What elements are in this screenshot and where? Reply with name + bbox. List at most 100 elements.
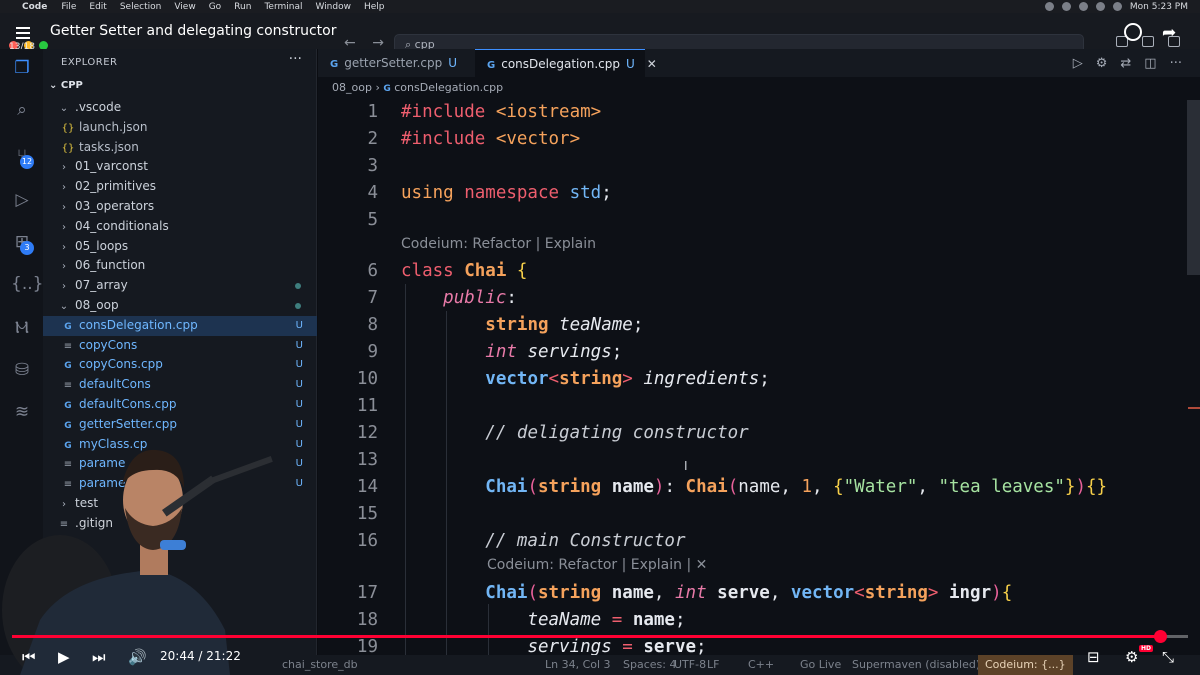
database-icon[interactable]: ⛁ bbox=[11, 359, 33, 381]
tab-consdelegation[interactable]: GconsDelegation.cpp U ✕ bbox=[475, 49, 657, 77]
tab-gettersetter[interactable]: GgetterSetter.cpp U bbox=[318, 49, 470, 77]
compare-icon[interactable]: ⇄ bbox=[1120, 56, 1131, 71]
menu-selection[interactable]: Selection bbox=[120, 2, 161, 12]
code-token: ; bbox=[611, 342, 623, 362]
volume-icon[interactable]: 🔊 bbox=[128, 648, 147, 666]
explorer-icon[interactable]: ❐ bbox=[11, 57, 33, 79]
menubar-clock[interactable]: Mon 5:23 PM bbox=[1130, 2, 1188, 12]
code-line[interactable]: 8 string teaName; bbox=[318, 312, 1188, 339]
more-actions-icon[interactable]: ··· bbox=[289, 51, 302, 67]
previous-video-icon[interactable]: ⏮ bbox=[22, 648, 36, 666]
code-token: Chai bbox=[464, 261, 517, 281]
menu-go[interactable]: Go bbox=[209, 2, 221, 12]
menubar-app-name[interactable]: Code bbox=[22, 2, 47, 12]
settings-gear-icon[interactable]: ⚙ bbox=[1125, 648, 1138, 666]
more-actions-icon[interactable]: ··· bbox=[1170, 56, 1182, 71]
code-line[interactable]: 17 Chai(string name, int serve, vector<s… bbox=[318, 580, 1188, 607]
wifi-icon[interactable] bbox=[1095, 2, 1105, 11]
tree-file[interactable]: {} tasks.json bbox=[43, 138, 317, 158]
run-debug-icon[interactable]: ▷ bbox=[11, 189, 33, 211]
play-icon[interactable]: ▶ bbox=[58, 648, 70, 666]
watch-later-icon[interactable] bbox=[1124, 23, 1142, 41]
code-editor[interactable]: Codeium: Refactor | Explain Codeium: Ref… bbox=[318, 99, 1200, 655]
menu-run[interactable]: Run bbox=[234, 2, 251, 12]
tree-file[interactable]: ≡ defaultCons U bbox=[43, 375, 317, 395]
code-text: public: bbox=[401, 285, 517, 312]
tree-folder[interactable]: › 06_function bbox=[43, 256, 317, 276]
menu-terminal[interactable]: Terminal bbox=[264, 2, 302, 12]
code-line[interactable]: 11 bbox=[318, 393, 1188, 420]
menu-edit[interactable]: Edit bbox=[89, 2, 106, 12]
menu-view[interactable]: View bbox=[174, 2, 195, 12]
menu-help[interactable]: Help bbox=[364, 2, 385, 12]
tree-file[interactable]: ≡ copyCons U bbox=[43, 336, 317, 356]
video-progress-bar[interactable] bbox=[12, 630, 1188, 643]
code-line[interactable]: 12 // deligating constructor bbox=[318, 420, 1188, 447]
code-line[interactable]: 10 vector<string> ingredients; bbox=[318, 366, 1188, 393]
tree-file[interactable]: {} launch.json bbox=[43, 118, 317, 138]
code-line[interactable]: 13 bbox=[318, 447, 1188, 474]
exit-fullscreen-icon[interactable]: ⤡ bbox=[1162, 648, 1174, 666]
code-line[interactable]: 1 #include <iostream> bbox=[318, 99, 1188, 126]
menu-window[interactable]: Window bbox=[315, 2, 351, 12]
code-token: name, bbox=[738, 477, 802, 497]
tree-file[interactable]: GconsDelegation.cpp U bbox=[43, 315, 317, 336]
split-editor-icon[interactable]: ◫ bbox=[1144, 56, 1156, 71]
code-line[interactable]: 16 // main Constructor bbox=[318, 528, 1188, 555]
menu-file[interactable]: File bbox=[61, 2, 76, 12]
run-icon[interactable]: ▷ bbox=[1073, 56, 1083, 71]
tree-folder[interactable]: › 04_conditionals bbox=[43, 217, 317, 237]
status-icon[interactable] bbox=[1061, 2, 1071, 11]
tree-file[interactable]: GcopyCons.cpp U bbox=[43, 355, 317, 375]
tree-folder[interactable]: › 02_primitives bbox=[43, 177, 317, 197]
tree-item-label: launch.json bbox=[79, 119, 148, 134]
code-line[interactable]: 7 public: bbox=[318, 285, 1188, 312]
close-tab-icon[interactable]: ✕ bbox=[647, 57, 657, 71]
subtitles-icon[interactable]: ⊟ bbox=[1087, 648, 1100, 666]
gear-icon[interactable]: ⚙ bbox=[1096, 56, 1108, 71]
code-token: "tea leaves" bbox=[938, 477, 1065, 497]
codeium-chat-icon[interactable]: {..} bbox=[11, 273, 43, 295]
search-icon[interactable]: ⌕ bbox=[11, 99, 33, 121]
toggle-panel-icon[interactable] bbox=[1142, 36, 1154, 47]
code-line[interactable]: 9 int servings; bbox=[318, 339, 1188, 366]
tree-folder[interactable]: ⌄ .vscode bbox=[43, 98, 317, 118]
search-icon[interactable] bbox=[1112, 2, 1122, 11]
line-number: 13 bbox=[356, 450, 378, 470]
code-token: servings bbox=[527, 342, 612, 362]
tree-folder[interactable]: › 01_varconst bbox=[43, 157, 317, 177]
next-video-icon[interactable]: ⏭ bbox=[92, 648, 106, 666]
code-token: int bbox=[485, 342, 528, 362]
tree-folder[interactable]: ⌄ 08_oop bbox=[43, 296, 317, 316]
hamburger-menu-icon[interactable] bbox=[16, 27, 30, 39]
editor-scrollbar-thumb[interactable] bbox=[1187, 100, 1200, 275]
video-title[interactable]: Getter Setter and delegating constructor bbox=[50, 23, 336, 39]
tree-file[interactable]: GdefaultCons.cpp U bbox=[43, 395, 317, 415]
share-icon[interactable]: ➦ bbox=[1162, 23, 1176, 43]
tree-folder[interactable]: › 03_operators bbox=[43, 197, 317, 217]
code-line[interactable]: 5 bbox=[318, 207, 1188, 234]
status-icon[interactable] bbox=[1044, 2, 1054, 11]
root-folder[interactable]: ⌄ CPP bbox=[43, 80, 317, 98]
cpp-file-icon: G bbox=[487, 60, 496, 71]
tree-folder[interactable]: › 05_loops bbox=[43, 237, 317, 257]
codeium-codelens[interactable]: Codeium: Refactor | Explain | ✕ bbox=[487, 557, 707, 577]
breadcrumb-file[interactable]: consDelegation.cpp bbox=[394, 81, 503, 94]
git-status-untracked: U bbox=[295, 339, 303, 351]
breadcrumb-folder[interactable]: 08_oop bbox=[332, 81, 372, 94]
codeium-codelens[interactable]: Codeium: Refactor | Explain bbox=[401, 236, 596, 256]
m-extension-icon[interactable]: Ⲙ bbox=[11, 317, 33, 339]
status-icon[interactable] bbox=[1078, 2, 1088, 11]
code-line[interactable]: 15 bbox=[318, 501, 1188, 528]
code-line[interactable]: 14 Chai(string name): Chai(name, 1, {"Wa… bbox=[318, 474, 1188, 501]
tree-file[interactable]: GgetterSetter.cpp U bbox=[43, 415, 317, 435]
layers-icon[interactable]: ≋ bbox=[11, 401, 33, 423]
code-line[interactable]: 3 bbox=[318, 153, 1188, 180]
code-line[interactable]: 4 using namespace std; bbox=[318, 180, 1188, 207]
code-text: // main Constructor bbox=[401, 528, 685, 555]
tree-folder[interactable]: › 07_array bbox=[43, 276, 317, 296]
code-line[interactable]: 2 #include <vector> bbox=[318, 126, 1188, 153]
code-line[interactable]: 6 class Chai { bbox=[318, 258, 1188, 285]
code-token: // deligating constructor bbox=[485, 423, 749, 443]
code-line[interactable]: 18 teaName = name; bbox=[318, 607, 1188, 634]
